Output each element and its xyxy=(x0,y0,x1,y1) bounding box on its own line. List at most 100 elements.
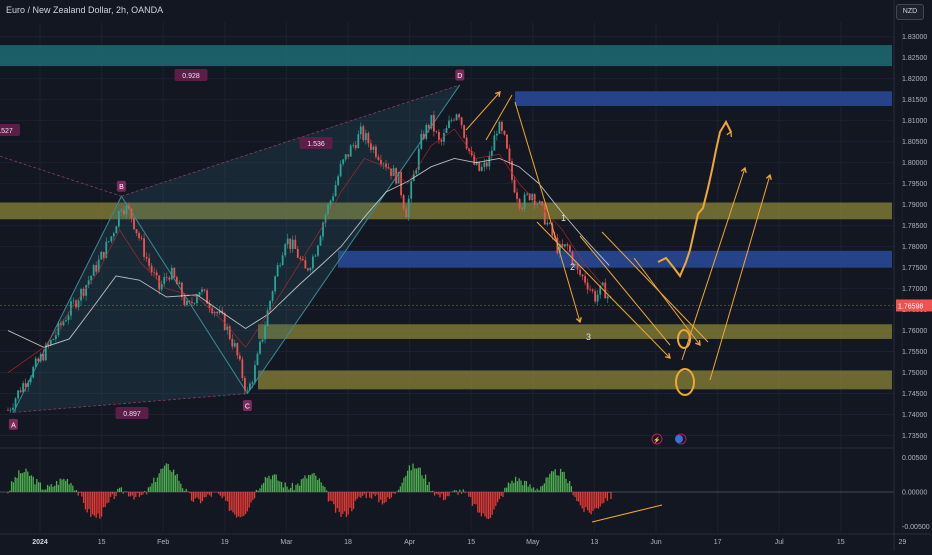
candle-body xyxy=(425,125,428,139)
price-tick: 1.78000 xyxy=(902,244,927,251)
zone-olive-5 xyxy=(258,370,892,390)
candle-body xyxy=(372,146,375,150)
candle-body xyxy=(498,121,501,134)
candle-body xyxy=(523,194,526,209)
candle-body xyxy=(546,222,549,225)
candle-body xyxy=(274,276,277,292)
candle-body xyxy=(344,154,347,160)
price-tick: 1.79500 xyxy=(902,181,927,188)
candle-body xyxy=(163,277,166,284)
candle-body xyxy=(536,204,539,205)
candle-body xyxy=(102,251,105,258)
wave-label-3: 3 xyxy=(586,332,591,342)
candle-body xyxy=(133,218,135,230)
candle-body xyxy=(279,265,282,266)
candle-body xyxy=(526,193,529,195)
candle-body xyxy=(438,131,440,140)
candle-body xyxy=(238,355,241,360)
time-tick: 18 xyxy=(344,539,352,546)
candle-body xyxy=(289,238,292,249)
candle-body xyxy=(178,282,181,285)
candle-body xyxy=(251,382,254,384)
candle-body xyxy=(296,248,299,258)
candle-body xyxy=(352,145,355,146)
currency-button[interactable]: NZD xyxy=(896,4,924,20)
chart-title: Euro / New Zealand Dollar, 2h, OANDA xyxy=(6,5,164,15)
ratio-label-bd: 1.536 xyxy=(307,141,325,148)
time-tick: 15 xyxy=(837,539,845,546)
candle-body xyxy=(52,339,55,341)
candle-body xyxy=(569,245,571,252)
candle-body xyxy=(155,272,158,276)
candle-body xyxy=(37,358,40,362)
time-tick: 15 xyxy=(467,539,475,546)
oscillator-tick: 0.00000 xyxy=(902,490,927,497)
candle-body xyxy=(402,195,405,209)
price-tick: 1.75500 xyxy=(902,349,927,356)
candle-body xyxy=(291,239,294,249)
candle-body xyxy=(380,159,382,165)
candle-body xyxy=(148,258,151,266)
candle-body xyxy=(100,251,103,260)
candle-body xyxy=(405,208,408,218)
candle-body xyxy=(193,303,196,304)
candle-body xyxy=(128,205,130,209)
time-tick: 13 xyxy=(591,539,599,546)
candle-body xyxy=(153,272,156,273)
candle-body xyxy=(485,162,488,167)
candle-body xyxy=(24,383,27,388)
candle-body xyxy=(112,233,115,237)
time-tick: 29 xyxy=(899,539,907,546)
candle-body xyxy=(27,382,30,388)
candle-body xyxy=(513,179,516,193)
candle-body xyxy=(246,389,249,391)
candle-body xyxy=(548,222,551,224)
time-tick: 19 xyxy=(221,539,229,546)
candle-body xyxy=(22,383,25,393)
candle-body xyxy=(107,241,110,243)
price-chart[interactable]: 1 2 3 0.928 1.536 0.897 .527 A B C D ⚡ 1.83000 1.8250… xyxy=(0,0,932,550)
price-tick: 1.80500 xyxy=(902,139,927,146)
candle-body xyxy=(9,409,12,411)
price-tick: 1.82000 xyxy=(902,76,927,83)
candle-body xyxy=(364,133,367,141)
candle-body xyxy=(19,390,22,393)
candle-body xyxy=(543,205,546,225)
price-tick: 1.77000 xyxy=(902,286,927,293)
candle-body xyxy=(243,377,246,391)
candle-body xyxy=(332,196,334,201)
price-tick: 1.75000 xyxy=(902,370,927,377)
candle-body xyxy=(304,260,307,269)
wave-label-1: 1 xyxy=(561,213,566,223)
candle-body xyxy=(138,233,140,239)
candle-body xyxy=(264,326,266,340)
candle-body xyxy=(591,289,594,292)
candle-body xyxy=(432,115,435,132)
candle-body xyxy=(143,238,145,257)
candle-body xyxy=(342,159,345,164)
candle-body xyxy=(369,143,372,150)
candle-body xyxy=(490,150,493,156)
candle-body xyxy=(594,291,597,302)
price-tick: 1.79000 xyxy=(902,202,927,209)
candle-body xyxy=(188,301,191,302)
pattern-point-A: A xyxy=(11,422,16,429)
pattern-point-B: B xyxy=(119,184,124,191)
candle-body xyxy=(579,269,581,275)
candle-body xyxy=(503,130,506,135)
candle-body xyxy=(581,274,584,277)
candle-body xyxy=(422,133,425,139)
candle-body xyxy=(42,353,45,361)
candle-body xyxy=(254,365,256,383)
candle-body xyxy=(85,285,88,296)
candle-body xyxy=(271,291,274,301)
candle-body xyxy=(390,168,392,176)
candle-body xyxy=(231,338,234,347)
candle-body xyxy=(440,139,443,142)
candle-body xyxy=(294,239,297,249)
candle-body xyxy=(12,407,14,410)
candle-body xyxy=(175,277,178,285)
time-tick: Mar xyxy=(280,539,293,546)
candle-body xyxy=(203,289,206,291)
candle-body xyxy=(130,208,133,219)
